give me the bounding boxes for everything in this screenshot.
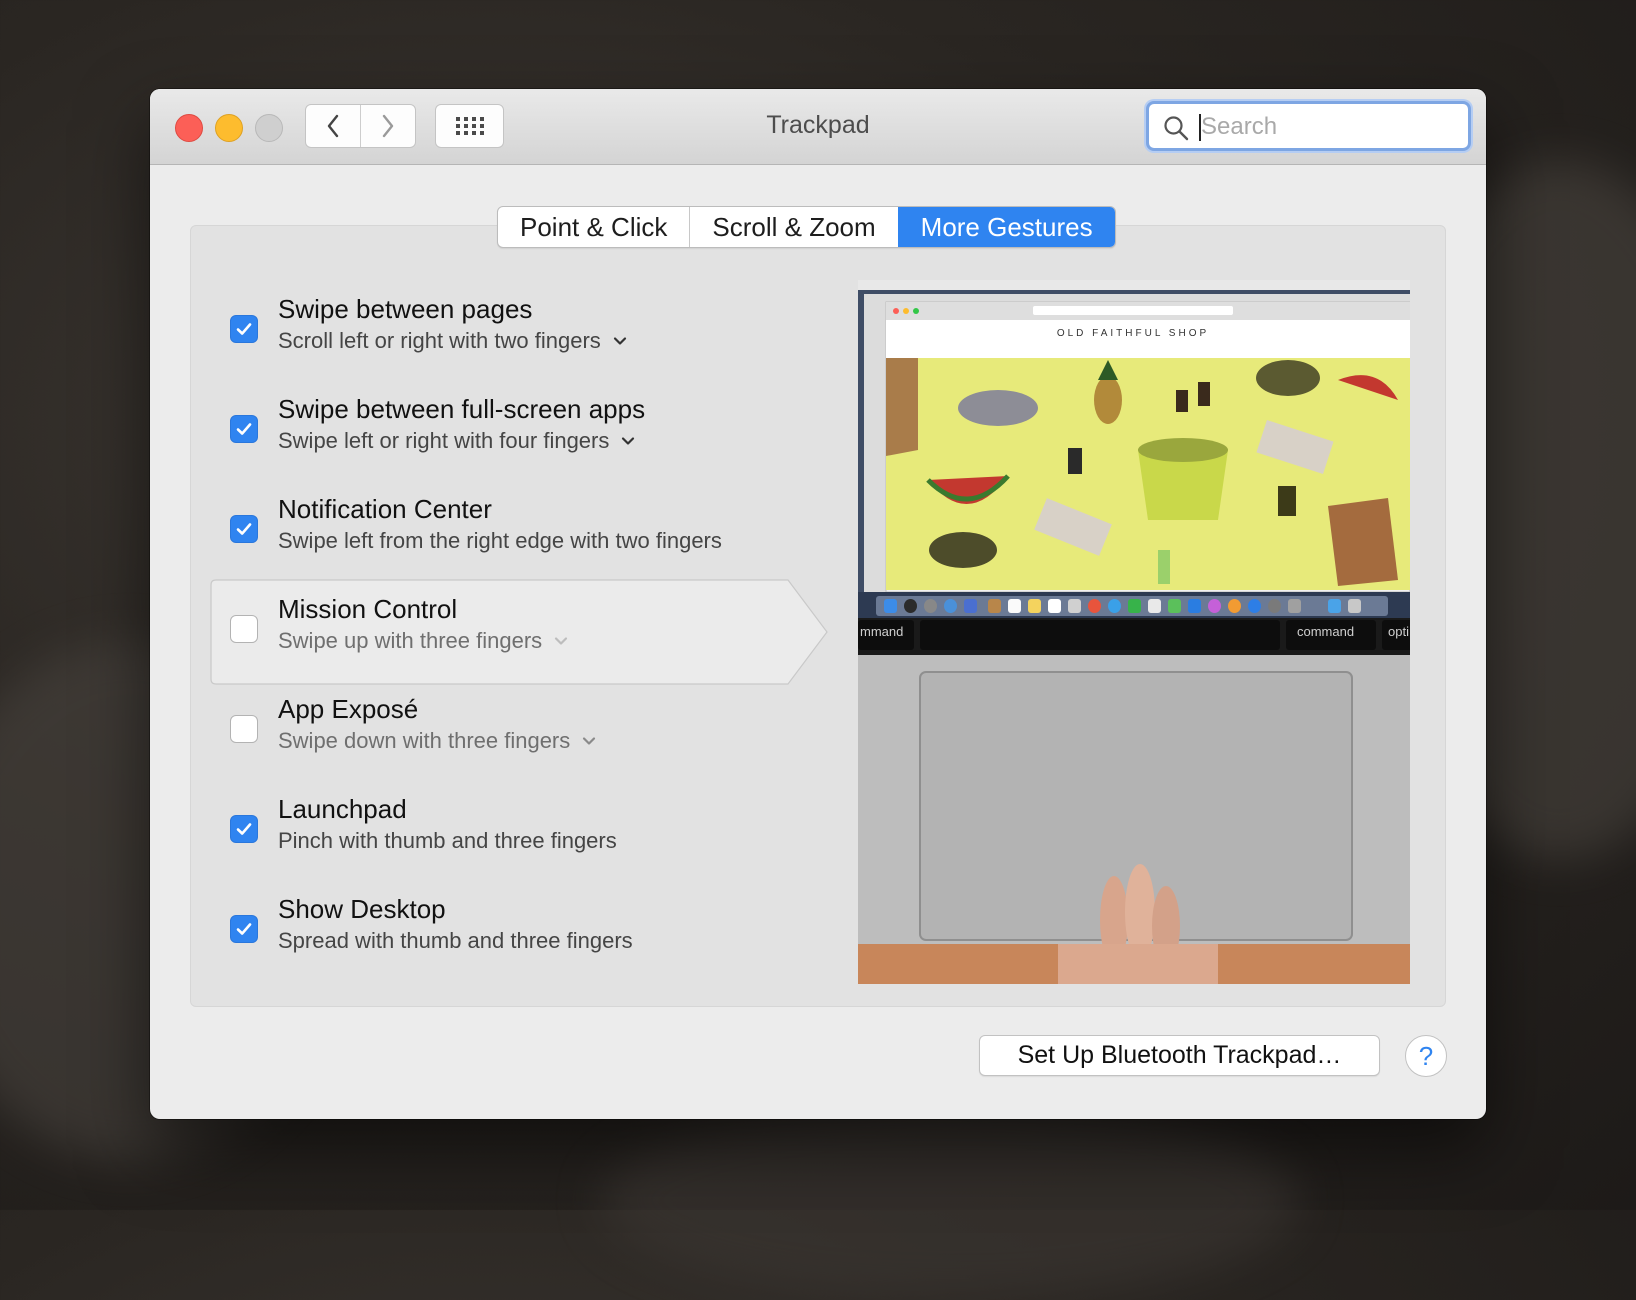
gesture-preview-video: OLD FAITHFUL SHOP mmand command opti — [858, 280, 1410, 984]
tab-point-click[interactable]: Point & Click — [498, 207, 689, 247]
preview-key-label: mmand — [860, 624, 903, 639]
chevron-down-icon — [613, 336, 627, 346]
search-field[interactable] — [1146, 101, 1471, 151]
show-desktop-checkbox[interactable] — [230, 915, 258, 943]
swipe-apps-checkbox[interactable] — [230, 415, 258, 443]
gesture-row-mission-control[interactable]: Mission Control Swipe up with three fing… — [210, 584, 820, 684]
gesture-option-popup[interactable]: Swipe left or right with four fingers — [278, 428, 635, 454]
gesture-subtitle: Swipe left or right with four fingers — [278, 428, 610, 453]
preview-key-label: command — [1297, 624, 1354, 639]
title-bar: Trackpad — [150, 89, 1486, 165]
checkmark-icon — [236, 423, 252, 435]
gesture-title: Swipe between full-screen apps — [278, 394, 646, 424]
gesture-subtitle: Swipe left from the right edge with two … — [278, 528, 722, 553]
trackpad-preferences-window: Trackpad Point & Click Scroll & Zoom Mor… — [150, 89, 1486, 1119]
checkmark-icon — [236, 823, 252, 835]
gesture-title: Notification Center — [278, 494, 492, 524]
gesture-subtitle: Spread with thumb and three fingers — [278, 928, 633, 953]
gesture-title: Mission Control — [278, 594, 458, 624]
gesture-row-launchpad: Launchpad Pinch with thumb and three fin… — [210, 784, 820, 884]
chevron-down-icon — [582, 736, 596, 746]
chevron-down-icon — [621, 436, 635, 446]
setup-bluetooth-trackpad-button[interactable]: Set Up Bluetooth Trackpad… — [979, 1035, 1380, 1076]
gesture-subtitle: Swipe down with three fingers — [278, 728, 571, 753]
help-button[interactable]: ? — [1405, 1035, 1447, 1077]
gesture-row-app-expose: App Exposé Swipe down with three fingers — [210, 684, 820, 784]
gesture-subtitle: Swipe up with three fingers — [278, 628, 543, 653]
preview-key-label: opti — [1388, 624, 1409, 639]
checkmark-icon — [236, 523, 252, 535]
tab-scroll-zoom[interactable]: Scroll & Zoom — [689, 207, 897, 247]
gesture-subtitle: Scroll left or right with two fingers — [278, 328, 601, 353]
preview-illustration: OLD FAITHFUL SHOP mmand command opti — [858, 280, 1410, 984]
desktop-background — [600, 1100, 1300, 1300]
swipe-pages-checkbox[interactable] — [230, 315, 258, 343]
gesture-title: Launchpad — [278, 794, 407, 824]
tab-bar: Point & Click Scroll & Zoom More Gesture… — [497, 206, 1116, 248]
mission-control-checkbox[interactable] — [230, 615, 258, 643]
gesture-title: Show Desktop — [278, 894, 446, 924]
preview-shop-name: OLD FAITHFUL SHOP — [1057, 328, 1209, 339]
gesture-subtitle: Pinch with thumb and three fingers — [278, 828, 617, 853]
gesture-title: Swipe between pages — [278, 294, 533, 324]
checkmark-icon — [236, 923, 252, 935]
tab-more-gestures[interactable]: More Gestures — [897, 207, 1115, 247]
gesture-row-show-desktop: Show Desktop Spread with thumb and three… — [210, 884, 820, 984]
checkmark-icon — [236, 323, 252, 335]
launchpad-checkbox[interactable] — [230, 815, 258, 843]
gesture-row-notification-center: Notification Center Swipe left from the … — [210, 484, 820, 584]
notification-center-checkbox[interactable] — [230, 515, 258, 543]
gesture-option-popup[interactable]: Swipe down with three fingers — [278, 728, 596, 754]
search-icon — [1164, 116, 1189, 141]
search-input[interactable] — [1201, 110, 1451, 144]
gesture-row-swipe-apps: Swipe between full-screen apps Swipe lef… — [210, 384, 820, 484]
app-expose-checkbox[interactable] — [230, 715, 258, 743]
chevron-down-icon — [554, 636, 568, 646]
gesture-option-popup[interactable]: Scroll left or right with two fingers — [278, 328, 627, 354]
gesture-row-swipe-pages: Swipe between pages Scroll left or right… — [210, 284, 820, 384]
gesture-option-popup[interactable]: Swipe up with three fingers — [278, 628, 568, 654]
gesture-title: App Exposé — [278, 694, 419, 724]
